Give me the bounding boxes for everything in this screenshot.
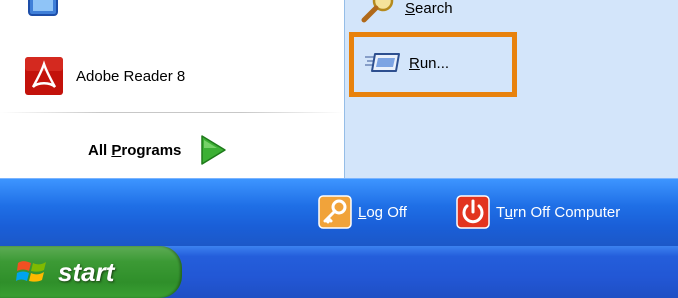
application-icon [28, 0, 58, 16]
all-programs-button[interactable]: All Programs [88, 130, 227, 170]
search-icon [361, 0, 394, 23]
turn-off-computer-button[interactable]: Turn Off Computer [456, 195, 620, 229]
all-programs-label: All Programs [88, 141, 182, 159]
start-menu-programs-pane: Adobe Reader 8 All Programs [0, 0, 344, 178]
adobe-reader-icon [25, 57, 63, 95]
log-off-label: Log Off [358, 203, 407, 221]
turn-off-computer-label: Turn Off Computer [496, 203, 621, 221]
menu-separator [0, 112, 344, 113]
run-highlight-box [349, 32, 517, 97]
menu-item-partial[interactable] [26, 0, 60, 26]
power-icon [456, 195, 490, 229]
green-arrow-icon [201, 135, 227, 165]
log-off-button[interactable]: Log Off [318, 195, 407, 229]
search-label: Search [405, 0, 453, 17]
menu-item-adobe-reader[interactable]: Adobe Reader 8 [24, 54, 185, 98]
menu-item-search[interactable]: Search [361, 0, 453, 24]
start-button[interactable]: start [0, 246, 182, 298]
adobe-reader-label: Adobe Reader 8 [76, 67, 186, 85]
windows-logo-icon [16, 261, 46, 282]
start-menu-footer: Log Off Turn Off Computer [0, 178, 678, 246]
key-icon [318, 195, 352, 229]
start-label: start [58, 256, 115, 287]
